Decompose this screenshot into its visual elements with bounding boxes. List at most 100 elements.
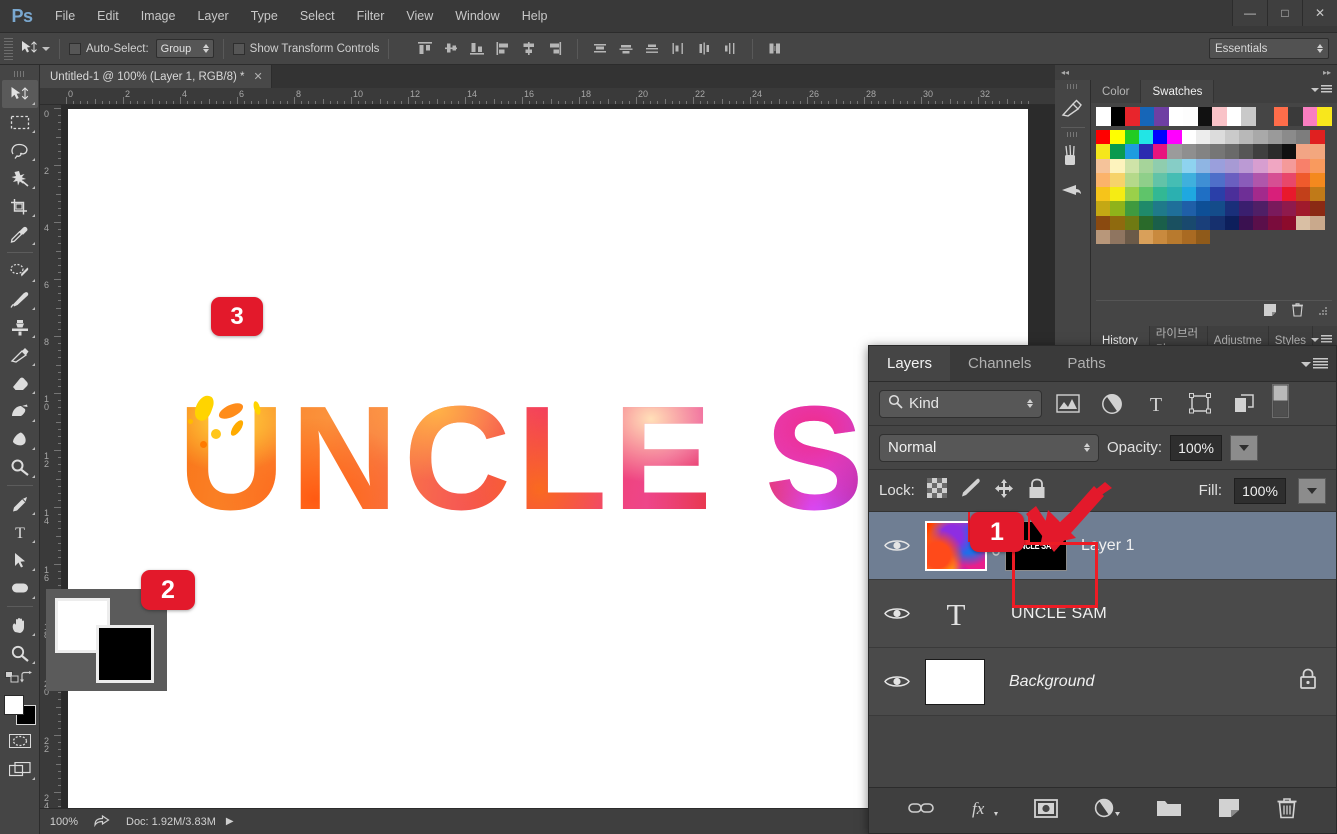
swatch[interactable]: [1281, 130, 1297, 145]
swatch[interactable]: [1096, 230, 1111, 245]
opacity-dropdown-arrow-icon[interactable]: [1230, 434, 1259, 461]
move-tool-flyout-icon[interactable]: [31, 102, 35, 105]
tab-layers[interactable]: Layers: [869, 346, 951, 381]
swatch[interactable]: [1296, 172, 1311, 188]
swatch[interactable]: [1153, 230, 1168, 245]
menu-item-type[interactable]: Type: [240, 0, 289, 33]
swatch[interactable]: [1110, 230, 1125, 245]
swatch[interactable]: [1281, 144, 1297, 159]
tool-preset-chevron-icon[interactable]: [42, 46, 50, 51]
delete-layer-icon[interactable]: [1276, 797, 1298, 824]
swatch[interactable]: [1181, 172, 1197, 188]
new-fill-adjustment-icon[interactable]: [1094, 798, 1120, 823]
lasso-tool[interactable]: [2, 136, 38, 164]
swatch[interactable]: [1224, 201, 1239, 216]
swatch[interactable]: [1210, 130, 1225, 145]
brushes-mini-icon[interactable]: [1055, 139, 1089, 173]
menu-item-filter[interactable]: Filter: [346, 0, 396, 33]
swatch[interactable]: [1167, 201, 1182, 216]
swatch[interactable]: [1210, 158, 1225, 173]
swatch[interactable]: [1281, 172, 1297, 188]
quick-selection-flyout-icon[interactable]: [31, 186, 35, 189]
swatch[interactable]: [1238, 215, 1254, 231]
distribute-right-edges-button[interactable]: [717, 38, 743, 60]
swatch[interactable]: [1153, 215, 1168, 231]
lock-image-pixels-icon[interactable]: [959, 478, 981, 503]
swatch[interactable]: [1267, 172, 1282, 188]
menu-item-window[interactable]: Window: [444, 0, 510, 33]
distribute-bottom-edges-button[interactable]: [639, 38, 665, 60]
new-swatch-icon[interactable]: [1263, 303, 1277, 320]
swatch[interactable]: [1210, 144, 1225, 159]
recent-swatch[interactable]: [1096, 107, 1111, 126]
swatch[interactable]: [1196, 172, 1211, 188]
recent-swatch[interactable]: [1317, 107, 1332, 126]
menu-item-help[interactable]: Help: [511, 0, 559, 33]
adjustment-filter-icon[interactable]: [1094, 389, 1130, 419]
swatch[interactable]: [1296, 158, 1311, 173]
swatch[interactable]: [1181, 158, 1197, 173]
foreground-background-color-swatch[interactable]: [3, 695, 36, 725]
swatch[interactable]: [1210, 201, 1225, 216]
distribute-top-edges-button[interactable]: [587, 38, 613, 60]
swatch[interactable]: [1124, 215, 1139, 231]
layer-style-fx-icon[interactable]: fx: [970, 798, 998, 823]
swatch[interactable]: [1267, 215, 1282, 231]
clone-source-mini-icon[interactable]: [1055, 173, 1089, 207]
swatch[interactable]: [1138, 130, 1154, 145]
recent-swatch[interactable]: [1125, 107, 1140, 126]
type-flyout-icon[interactable]: [31, 540, 35, 543]
swatch[interactable]: [1281, 215, 1297, 231]
recent-swatch[interactable]: [1110, 107, 1126, 126]
swatch[interactable]: [1138, 215, 1154, 231]
rounded-rectangle-tool[interactable]: [2, 574, 38, 602]
swatch[interactable]: [1238, 144, 1254, 159]
swatch[interactable]: [1096, 172, 1111, 188]
layer-visibility-toggle-1[interactable]: [869, 537, 925, 554]
recent-swatch[interactable]: [1273, 107, 1289, 126]
swatch[interactable]: [1167, 187, 1182, 202]
default-colors-icon[interactable]: [5, 671, 20, 689]
swatch[interactable]: [1310, 144, 1325, 159]
swatch[interactable]: [1110, 172, 1125, 188]
screen-mode-button[interactable]: [2, 755, 38, 783]
hand-tool[interactable]: [2, 611, 38, 639]
recent-swatch[interactable]: [1154, 107, 1169, 126]
swatch[interactable]: [1124, 230, 1139, 245]
layer-row-uncle-sam[interactable]: T UNCLE SAM: [869, 580, 1336, 648]
swatch[interactable]: [1096, 144, 1111, 159]
menu-item-image[interactable]: Image: [130, 0, 187, 33]
swatch-grid[interactable]: [1096, 130, 1326, 245]
swatch[interactable]: [1281, 158, 1297, 173]
swatch[interactable]: [1138, 144, 1154, 159]
menu-item-select[interactable]: Select: [289, 0, 346, 33]
current-tool-preset[interactable]: [21, 40, 50, 58]
tab-swatches[interactable]: Swatches: [1141, 80, 1215, 103]
options-bar-grip[interactable]: [4, 37, 13, 60]
zoom-tool[interactable]: [2, 639, 38, 667]
eraser-tool[interactable]: [2, 369, 38, 397]
swatch[interactable]: [1167, 144, 1182, 159]
zoom-level[interactable]: 100%: [40, 816, 88, 828]
swatch[interactable]: [1310, 201, 1325, 216]
type-thumbnail[interactable]: T: [925, 589, 987, 639]
quick-mask-mode-button[interactable]: [2, 727, 38, 755]
horizontal-type-tool[interactable]: T: [2, 518, 38, 546]
swatch[interactable]: [1167, 130, 1182, 145]
swatch[interactable]: [1138, 230, 1154, 245]
clone-stamp-tool[interactable]: [2, 313, 38, 341]
recent-swatch[interactable]: [1241, 107, 1256, 126]
auto-align-layers-button[interactable]: [762, 38, 788, 60]
swatch[interactable]: [1253, 187, 1268, 202]
crop-flyout-icon[interactable]: [31, 214, 35, 217]
recent-swatch[interactable]: [1288, 107, 1303, 126]
layer-visibility-toggle-2[interactable]: [869, 605, 925, 622]
minimize-button[interactable]: —: [1232, 0, 1267, 26]
align-right-edges-button[interactable]: [542, 38, 568, 60]
mini-rail-grip-2[interactable]: [1066, 132, 1079, 137]
dodge-flyout-icon[interactable]: [31, 475, 35, 478]
eraser-flyout-icon[interactable]: [31, 391, 35, 394]
background-white-thumbnail[interactable]: [925, 658, 985, 705]
path-selection-flyout-icon[interactable]: [31, 568, 35, 571]
move-tool[interactable]: [1, 80, 38, 108]
